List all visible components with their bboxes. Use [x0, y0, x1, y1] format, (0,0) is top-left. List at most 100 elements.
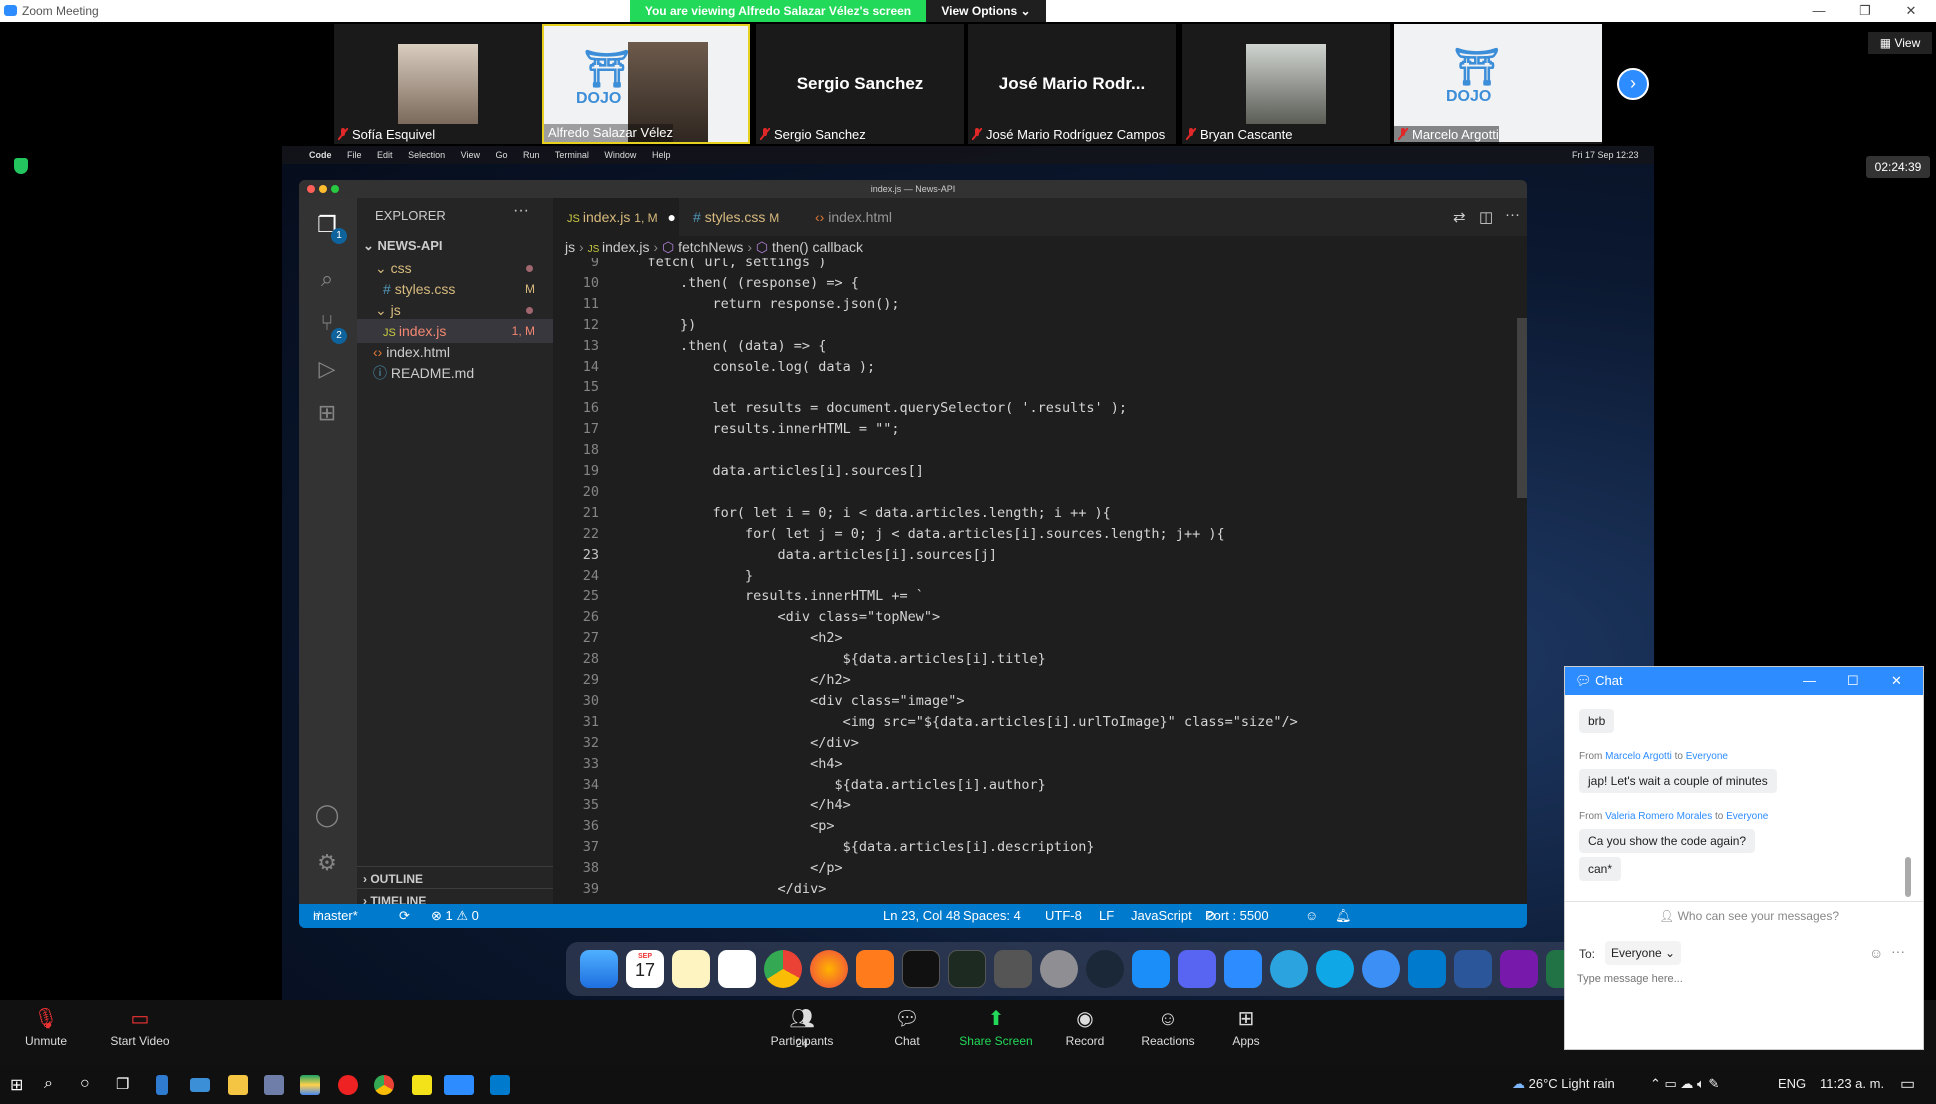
- code-line[interactable]: .then( (data) => {: [615, 338, 826, 354]
- chrome-icon[interactable]: [764, 950, 802, 988]
- code-line[interactable]: let results = document.querySelector( '.…: [615, 400, 1128, 416]
- feedback-icon[interactable]: ☺: [1305, 904, 1318, 928]
- run-debug-icon[interactable]: ▷: [313, 356, 341, 382]
- start-video-button[interactable]: ▭ Start Video: [104, 1000, 176, 1066]
- notes-icon[interactable]: [672, 950, 710, 988]
- emoji-icon[interactable]: ☺: [1869, 945, 1883, 961]
- vscode-taskbar-icon[interactable]: [490, 1075, 510, 1095]
- system-preferences-icon[interactable]: [1040, 950, 1078, 988]
- reactions-button[interactable]: ☺ Reactions: [1138, 1000, 1198, 1066]
- outline-section[interactable]: › OUTLINE: [357, 866, 553, 890]
- app-icon[interactable]: [264, 1075, 284, 1095]
- maximize-chat-button[interactable]: ☐: [1847, 667, 1859, 695]
- code-line[interactable]: data.articles[i].sources[]: [615, 463, 924, 479]
- code-line[interactable]: </div>: [615, 881, 827, 897]
- code-line[interactable]: <p>: [615, 818, 834, 834]
- calendar-icon[interactable]: SEP 17: [626, 950, 664, 988]
- code-line[interactable]: }: [615, 568, 753, 584]
- mac-menu-item[interactable]: File: [347, 150, 362, 160]
- participant-tile[interactable]: Bryan Cascante: [1182, 24, 1390, 144]
- mac-menu-item[interactable]: Window: [604, 150, 636, 160]
- tab-index-html[interactable]: ‹› index.html: [801, 198, 913, 236]
- keyboard-icon[interactable]: [190, 1078, 210, 1092]
- breadcrumb-item[interactable]: then() callback: [772, 239, 863, 255]
- code-line[interactable]: .then( (response) => {: [615, 275, 859, 291]
- chrome-icon[interactable]: [374, 1075, 394, 1095]
- weather-widget[interactable]: ☁ 26°C Light rain: [1512, 1076, 1615, 1092]
- breadcrumb-item[interactable]: index.js: [602, 239, 649, 255]
- code-line[interactable]: results.innerHTML += `: [615, 588, 924, 604]
- chat-scrollbar[interactable]: [1905, 857, 1911, 897]
- cursor-position[interactable]: Ln 23, Col 48: [883, 904, 960, 928]
- view-options-button[interactable]: View Options ⌄: [926, 0, 1046, 22]
- code-line[interactable]: ${data.articles[i].author}: [615, 777, 1045, 793]
- extensions-icon[interactable]: ⊞: [313, 400, 341, 426]
- more-options-icon[interactable]: ···: [1891, 943, 1905, 959]
- code-line[interactable]: for( let i = 0; i < data.articles.length…: [615, 505, 1111, 521]
- telegram-icon[interactable]: [1270, 950, 1308, 988]
- chat-message-input[interactable]: [1577, 973, 1911, 1037]
- eol-status[interactable]: LF: [1099, 904, 1114, 928]
- steam-icon[interactable]: [1086, 950, 1124, 988]
- phone-app-icon[interactable]: [156, 1075, 168, 1095]
- code-line[interactable]: data.articles[i].sources[j]: [615, 547, 997, 563]
- participant-tile[interactable]: Sofía Esquivel: [334, 24, 542, 144]
- settings-gear-icon[interactable]: ⚙: [313, 850, 341, 876]
- skype-icon[interactable]: [1316, 950, 1354, 988]
- code-line[interactable]: </p>: [615, 860, 843, 876]
- safari-icon[interactable]: [1362, 950, 1400, 988]
- cortana-icon[interactable]: ○: [80, 1075, 100, 1095]
- breadcrumb-item[interactable]: fetchNews: [678, 239, 743, 255]
- code-line[interactable]: return response.json();: [615, 296, 900, 312]
- input-language[interactable]: ENG: [1778, 1076, 1806, 1091]
- onenote-icon[interactable]: [1500, 950, 1538, 988]
- code-line[interactable]: fetch( url, settings ): [615, 258, 827, 270]
- close-button[interactable]: ✕: [1888, 1, 1934, 21]
- opera-icon[interactable]: [338, 1075, 358, 1095]
- code-line[interactable]: for( let j = 0; j < data.articles[i].sou…: [615, 526, 1225, 542]
- zoom-taskbar-icon[interactable]: [444, 1075, 474, 1095]
- sync-icon[interactable]: ⟳: [399, 904, 410, 928]
- zoom-icon[interactable]: [1224, 950, 1262, 988]
- indentation-status[interactable]: Spaces: 4: [963, 904, 1021, 928]
- code-line[interactable]: <img src="${data.articles[i].urlToImage}…: [615, 714, 1298, 730]
- google-drive-icon[interactable]: [300, 1075, 320, 1095]
- tab-index-js[interactable]: JS index.js 1, M ●: [553, 198, 679, 236]
- mac-menu-item[interactable]: Selection: [408, 150, 445, 160]
- minimize-window-icon[interactable]: [319, 185, 327, 193]
- sublime-icon[interactable]: [856, 950, 894, 988]
- explorer-root-folder[interactable]: ⌄ NEWS-API: [357, 234, 553, 258]
- restore-button[interactable]: ❐: [1842, 1, 1888, 21]
- tab-styles-css[interactable]: # styles.css M: [679, 198, 801, 236]
- calculator-icon[interactable]: [994, 950, 1032, 988]
- recipient-dropdown[interactable]: Everyone ⌄: [1605, 941, 1682, 965]
- search-icon[interactable]: ⌕: [44, 1075, 64, 1095]
- split-editor-icon[interactable]: ◫: [1479, 208, 1493, 226]
- windows-start-icon[interactable]: ⊞: [10, 1075, 30, 1095]
- zoom-window-icon[interactable]: [331, 185, 339, 193]
- mac-menu-item[interactable]: Go: [496, 150, 508, 160]
- compare-changes-icon[interactable]: ⇄: [1453, 208, 1466, 226]
- tree-file-readme[interactable]: ⓘ README.md: [357, 361, 553, 385]
- encoding-status[interactable]: UTF-8: [1045, 904, 1082, 928]
- minimize-button[interactable]: —: [1796, 1, 1842, 21]
- mac-menu-item[interactable]: View: [461, 150, 480, 160]
- tray-icons[interactable]: ⌃ ▭ ☁ 🔈︎ ✎: [1650, 1076, 1719, 1092]
- notifications-icon[interactable]: ▭: [1900, 1074, 1915, 1094]
- participant-tile[interactable]: Sergio Sanchez Sergio Sanchez: [756, 24, 964, 144]
- participant-tile[interactable]: José Mario Rodr... José Mario Rodríguez …: [968, 24, 1176, 144]
- code-line[interactable]: </div>: [615, 735, 859, 751]
- code-line[interactable]: </h4>: [615, 797, 851, 813]
- breadcrumb-item[interactable]: js: [565, 239, 575, 255]
- minimize-chat-button[interactable]: —: [1803, 667, 1816, 695]
- activity-monitor-icon[interactable]: [948, 950, 986, 988]
- code-line[interactable]: ${data.articles[i].title}: [615, 651, 1046, 667]
- taskbar-clock[interactable]: 11:23 a. m.: [1820, 1076, 1884, 1091]
- file-explorer-icon[interactable]: [228, 1075, 248, 1095]
- close-chat-button[interactable]: ✕: [1891, 667, 1902, 695]
- next-participants-button[interactable]: ›: [1617, 68, 1649, 100]
- word-icon[interactable]: [1454, 950, 1492, 988]
- mac-menu-item[interactable]: Edit: [377, 150, 393, 160]
- code-line[interactable]: results.innerHTML = "";: [615, 421, 900, 437]
- view-button[interactable]: ▦ View: [1868, 32, 1932, 54]
